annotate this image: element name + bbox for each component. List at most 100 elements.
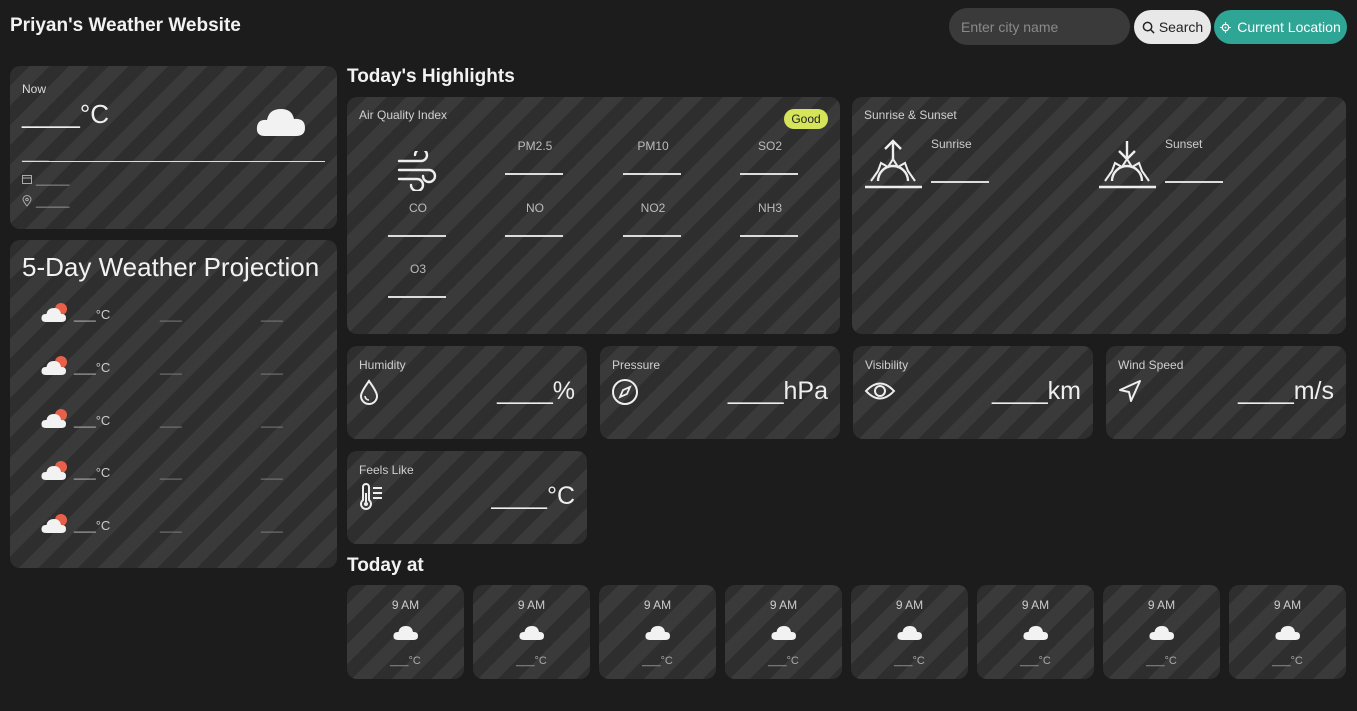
weather-description: ____ [22, 148, 49, 162]
hour-temp: ___°C [390, 655, 421, 667]
forecast-date: ___ [160, 360, 182, 375]
current-location: _____ [22, 194, 69, 208]
cloud-icon [519, 626, 544, 640]
hourly-card: 9 AM ___°C [1229, 585, 1346, 679]
cloud-sun-icon [41, 514, 67, 533]
highlights-title: Today's Highlights [347, 66, 515, 87]
pollutant-value [505, 165, 563, 175]
pressure-card: Pressure ____hPa [600, 346, 840, 439]
cloud-icon [1149, 626, 1174, 640]
forecast-row: ___°C ___ ___ [40, 513, 320, 537]
wind-speed-label: Wind Speed [1118, 358, 1184, 372]
hour-temp: ___°C [768, 655, 799, 667]
wind-speed-value: ____m/s [1238, 377, 1334, 405]
navigation-arrow-icon [1119, 380, 1141, 402]
pressure-label: Pressure [612, 358, 661, 372]
forecast-temp: ___°C [74, 518, 111, 533]
pollutant-name: PM10 [637, 139, 669, 153]
forecast-date: ___ [160, 307, 182, 322]
hourly-card: 9 AM ___°C [851, 585, 968, 679]
visibility-value: ____km [992, 377, 1081, 405]
current-location-button[interactable]: Current Location [1214, 10, 1347, 44]
sunset-label: Sunset [1165, 137, 1203, 151]
calendar-icon [22, 175, 32, 184]
site-header: Priyan's Weather Website Search Current … [0, 0, 1357, 54]
cloud-sun-icon [41, 356, 67, 375]
current-date: _____ [22, 172, 69, 186]
cloud-icon [897, 626, 922, 640]
cloud-icon [1023, 626, 1048, 640]
compass-icon [612, 379, 638, 405]
hour-time: 9 AM [895, 598, 924, 612]
pressure-value: ____hPa [727, 377, 828, 405]
sunrise-label: Sunrise [931, 137, 972, 151]
pollutant-name: NO2 [640, 201, 666, 215]
forecast-temp: ___°C [74, 307, 111, 322]
pollutant-value [388, 288, 446, 298]
pollutant-item: SO2 [740, 139, 800, 175]
cloud-icon [645, 626, 670, 640]
crosshair-icon [1220, 21, 1232, 33]
now-label: Now [22, 82, 47, 96]
visibility-label: Visibility [865, 358, 909, 372]
sunrise-value [931, 181, 989, 183]
aqi-status-badge: Good [784, 109, 828, 129]
search-button[interactable]: Search [1134, 10, 1211, 44]
pollutant-name: CO [409, 201, 427, 215]
hourly-card: 9 AM ___°C [977, 585, 1094, 679]
date-value: _____ [36, 172, 70, 186]
visibility-card: Visibility ____km [853, 346, 1093, 439]
hour-temp: ___°C [894, 655, 925, 667]
map-pin-icon [22, 195, 32, 207]
pollutant-item: O3 [388, 262, 448, 298]
pollutant-item: PM10 [623, 139, 683, 175]
wind-speed-card: Wind Speed ____m/s [1106, 346, 1346, 439]
pollutant-item: NH3 [740, 201, 800, 237]
search-button-label: Search [1158, 19, 1204, 35]
cloud-icon [1275, 626, 1300, 640]
hour-time: 9 AM [1147, 598, 1176, 612]
sunset-icon [1099, 141, 1156, 189]
hourly-card: 9 AM ___°C [725, 585, 842, 679]
hour-time: 9 AM [769, 598, 798, 612]
forecast-day: ___ [261, 518, 283, 533]
cloud-sun-icon [41, 461, 67, 480]
forecast-temp: ___°C [74, 413, 111, 428]
pollutant-value [740, 165, 798, 175]
forecast-day: ___ [261, 465, 283, 480]
humidity-label: Humidity [359, 358, 406, 372]
hour-temp: ___°C [1146, 655, 1177, 667]
hour-time: 9 AM [1273, 598, 1302, 612]
current-weather-card: Now ____°C ____ _____ _____ [10, 66, 337, 229]
aqi-label: Air Quality Index [359, 108, 448, 122]
pollutant-name: O3 [409, 262, 426, 276]
search-input[interactable] [949, 8, 1130, 45]
forecast-day: ___ [261, 360, 283, 375]
forecast-day: ___ [261, 307, 283, 322]
pollutant-name: SO2 [757, 139, 782, 153]
sunrise-icon [865, 139, 922, 189]
cloud-icon [771, 626, 796, 640]
forecast-row: ___°C ___ ___ [40, 460, 320, 484]
forecast-row: ___°C ___ ___ [40, 302, 320, 326]
cloud-icon [256, 109, 305, 136]
forecast-temp: ___°C [74, 360, 111, 375]
forecast-row: ___°C ___ ___ [40, 355, 320, 379]
hour-time: 9 AM [643, 598, 672, 612]
sunset-value [1165, 181, 1223, 183]
forecast-card: 5-Day Weather Projection ___°C ___ ___ ___°… [10, 240, 337, 568]
pollutant-value [740, 227, 798, 237]
forecast-date: ___ [160, 518, 182, 533]
forecast-title: 5-Day Weather Projection [22, 252, 320, 282]
hourly-card: 9 AM ___°C [347, 585, 464, 679]
current-temperature: ____°C [22, 99, 110, 129]
droplet-icon [359, 379, 379, 405]
feels-like-card: Feels Like ____°C [347, 451, 587, 544]
pollutant-name: PM2.5 [517, 139, 553, 153]
search-icon [1142, 21, 1155, 34]
forecast-row: ___°C ___ ___ [40, 408, 320, 432]
divider [22, 161, 325, 162]
cloud-sun-icon [41, 409, 67, 428]
pollutant-item: NO2 [623, 201, 683, 237]
humidity-card: Humidity ____% [347, 346, 587, 439]
